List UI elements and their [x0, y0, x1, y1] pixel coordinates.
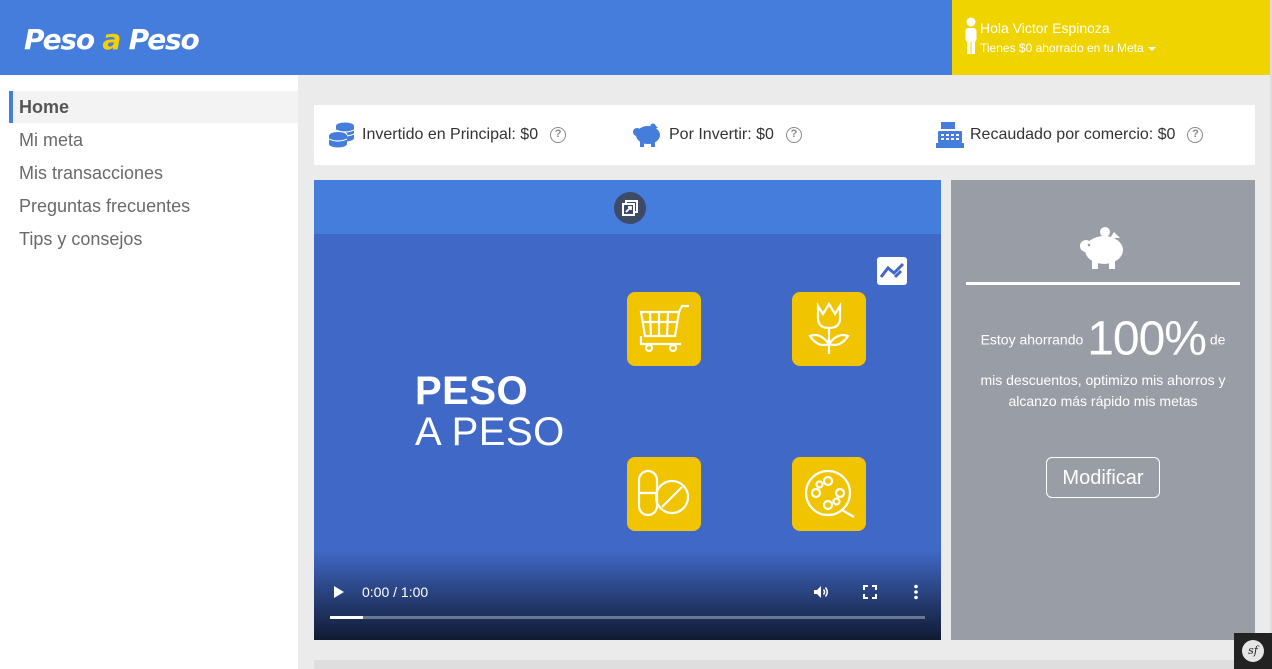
- help-icon[interactable]: ?: [1187, 127, 1204, 143]
- video-player[interactable]: PESO A PESO 0:00 / 1:00: [314, 180, 941, 640]
- video-title-line1: PESO: [415, 369, 529, 413]
- shopping-cart-icon: [639, 304, 689, 353]
- savings-card: Estoy ahorrando 100% de mis descuentos, …: [951, 180, 1255, 640]
- sidebar-item-transacciones[interactable]: Mis transacciones: [9, 157, 298, 189]
- user-icon: [965, 17, 977, 54]
- stat-to-invest-label: Por Invertir: $0: [669, 126, 774, 143]
- modify-button[interactable]: Modificar: [1046, 457, 1160, 498]
- film-reel-tile: [792, 457, 866, 531]
- savings-suffix: de: [1209, 331, 1226, 348]
- coins-stack-icon: [328, 122, 355, 148]
- video-title-line2: A PESO: [415, 410, 565, 454]
- video-progress-bar[interactable]: [330, 616, 925, 619]
- cash-register-icon: [936, 122, 964, 148]
- video-progress-fill: [330, 616, 363, 619]
- next-section-edge: [314, 660, 1255, 669]
- stat-invested-label: Invertido en Principal: $0: [362, 126, 539, 143]
- stat-to-invest: Por Invertir: $0 ?: [632, 105, 802, 165]
- film-reel-icon: [804, 469, 855, 518]
- savings-description: mis descuentos, optimizo mis ahorros y a…: [980, 372, 1226, 409]
- savings-headline: Estoy ahorrando 100% de: [951, 308, 1255, 369]
- fullscreen-icon[interactable]: [861, 583, 879, 601]
- user-savings-dropdown[interactable]: Tienes $0 ahorrado en tu Meta: [980, 40, 1156, 56]
- sidebar: Home Mi meta Mis transacciones Preguntas…: [0, 75, 298, 669]
- savings-prefix: Estoy ahorrando: [980, 331, 1084, 348]
- picture-in-picture-icon: [622, 200, 638, 216]
- user-greeting: Hola Victor Espinoza: [980, 20, 1110, 36]
- pills-tile: [627, 457, 701, 531]
- savings-percent: 100%: [1087, 312, 1207, 366]
- symfony-logo-icon: sf: [1242, 640, 1264, 662]
- video-time: 0:00 / 1:00: [362, 584, 429, 600]
- more-options-icon[interactable]: [913, 583, 919, 601]
- stat-collected-label: Recaudado por comercio: $0: [970, 126, 1176, 143]
- play-icon[interactable]: [334, 586, 344, 598]
- flower-tile: [792, 292, 866, 366]
- logo[interactable]: Peso a Peso: [24, 22, 200, 58]
- stat-invested: Invertido en Principal: $0 ?: [328, 105, 567, 165]
- volume-icon[interactable]: [812, 583, 830, 601]
- stat-collected: Recaudado por comercio: $0 ?: [936, 105, 1204, 165]
- stats-bar: Invertido en Principal: $0 ? Por Inverti…: [314, 105, 1255, 165]
- top-header: Peso a Peso Hola Victor Espinoza Tienes …: [0, 0, 1272, 75]
- brand-watermark-icon: [877, 257, 907, 285]
- piggy-bank-icon: [1080, 227, 1123, 269]
- picture-in-picture-button[interactable]: [614, 192, 646, 224]
- sidebar-item-preguntas[interactable]: Preguntas frecuentes: [9, 190, 298, 222]
- help-icon[interactable]: ?: [785, 127, 802, 143]
- shopping-cart-tile: [627, 292, 701, 366]
- piggy-bank-icon: [633, 123, 660, 147]
- sidebar-item-tips[interactable]: Tips y consejos: [9, 223, 298, 255]
- help-icon[interactable]: ?: [550, 127, 567, 143]
- flower-icon: [808, 301, 850, 354]
- sidebar-item-home[interactable]: Home: [9, 91, 298, 123]
- savings-divider: [966, 282, 1240, 285]
- video-controls: 0:00 / 1:00: [314, 580, 941, 640]
- sidebar-item-mi-meta[interactable]: Mi meta: [9, 124, 298, 156]
- caret-down-icon: [1147, 46, 1156, 51]
- user-menu[interactable]: Hola Victor Espinoza Tienes $0 ahorrado …: [952, 0, 1270, 75]
- debug-toolbar-toggle[interactable]: sf: [1234, 633, 1272, 669]
- pills-icon: [637, 469, 690, 517]
